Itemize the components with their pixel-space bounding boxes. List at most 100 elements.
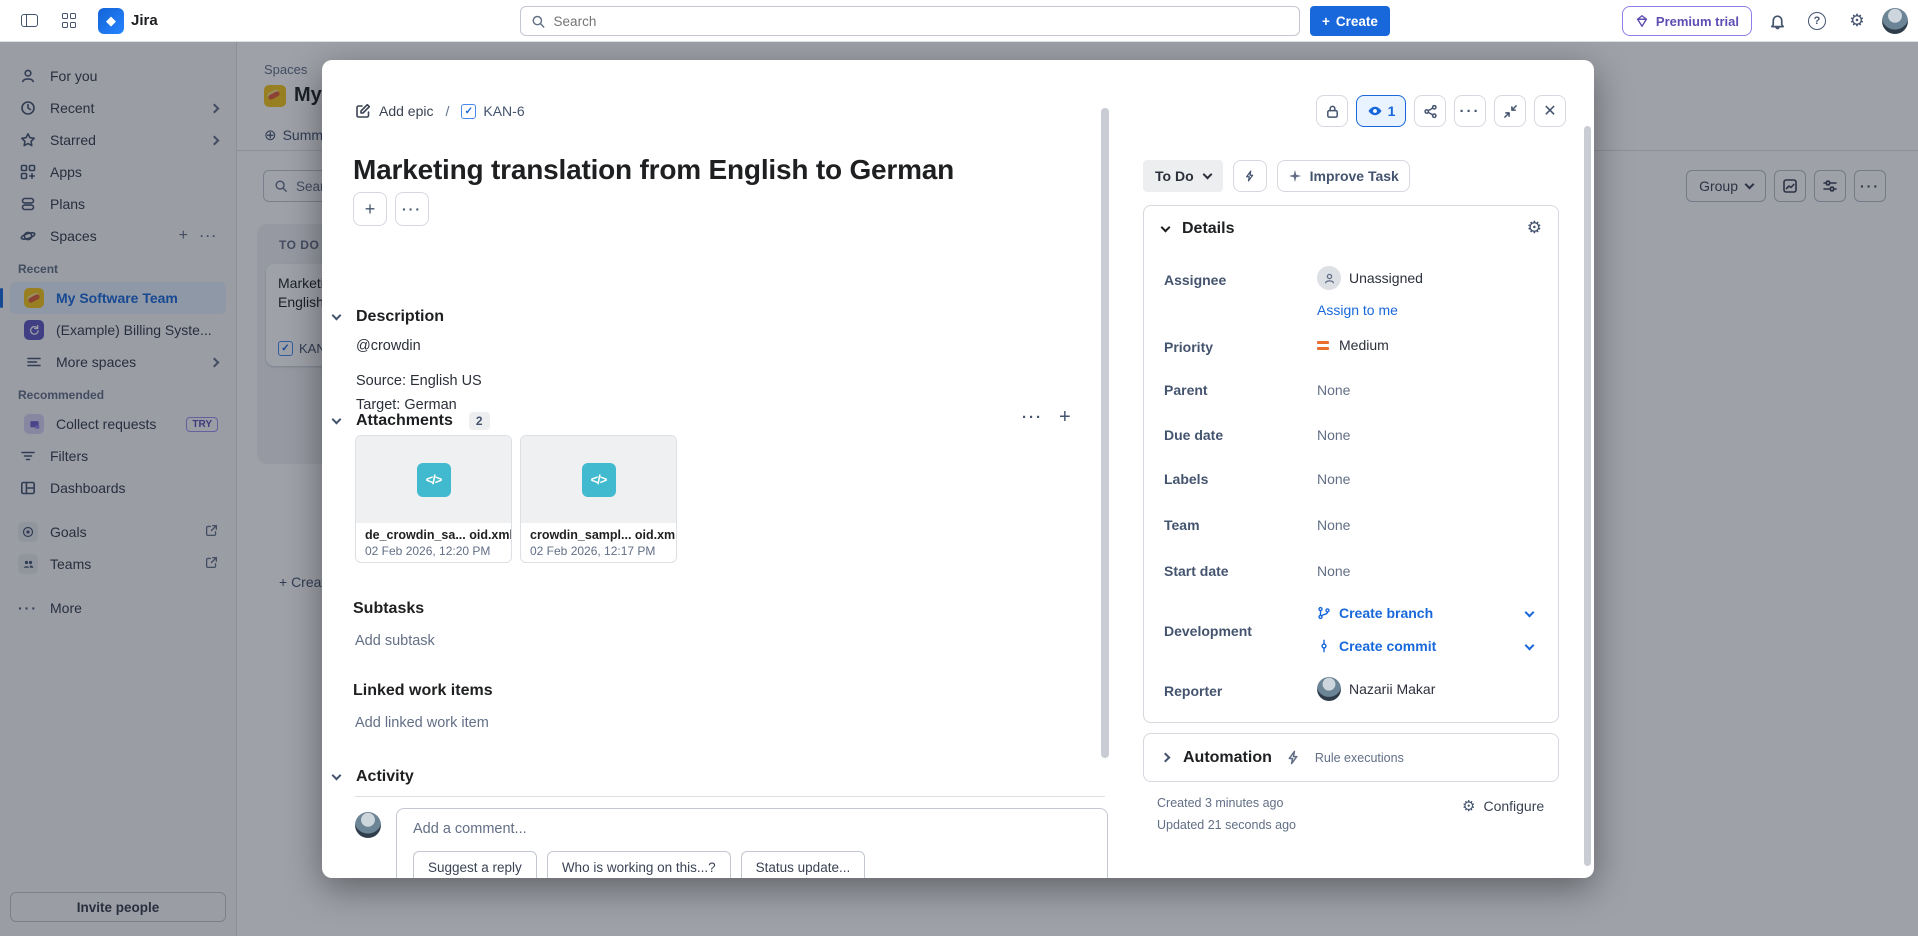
chevron-down-icon — [1202, 170, 1212, 180]
details-panel: Details ⚙ Assignee Unassigned Assign to … — [1143, 205, 1559, 723]
reporter-value[interactable]: Nazarii Makar — [1317, 677, 1435, 701]
issue-key-breadcrumb[interactable]: ✓ KAN-6 — [461, 103, 524, 119]
parent-value[interactable]: None — [1317, 382, 1350, 398]
development-label: Development — [1164, 623, 1252, 639]
top-nav: ◆ Jira + Create Premium trial — [0, 0, 1918, 42]
branch-icon — [1317, 606, 1331, 620]
lightning-icon — [1244, 169, 1256, 183]
subtasks-section-header: Subtasks — [353, 600, 424, 618]
add-subtask-button[interactable]: Add subtask — [355, 633, 435, 649]
priority-medium-icon — [1317, 341, 1329, 350]
breadcrumb-separator: / — [445, 103, 449, 119]
description-section-header[interactable]: Description — [333, 308, 444, 326]
collapse-sidebar-button[interactable] — [14, 6, 44, 36]
create-commit-link[interactable]: Create commit — [1317, 638, 1436, 654]
priority-value[interactable]: Medium — [1317, 337, 1389, 353]
description-mention[interactable]: @crowdin — [356, 338, 421, 354]
configure-button[interactable]: ⚙ Configure — [1462, 797, 1544, 815]
branch-options-chevron[interactable] — [1525, 608, 1535, 618]
share-button[interactable] — [1414, 95, 1446, 127]
attachment-date: 02 Feb 2026, 12:17 PM — [530, 544, 667, 558]
updated-timestamp: Updated 21 seconds ago — [1157, 818, 1296, 832]
description-target[interactable]: Target: German — [356, 397, 457, 413]
priority-label: Priority — [1164, 339, 1213, 355]
modal-scrollbar[interactable] — [1584, 126, 1591, 866]
collapse-modal-button[interactable] — [1494, 95, 1526, 127]
chevron-right-icon — [1161, 753, 1171, 763]
edit-icon — [355, 103, 371, 119]
comment-box[interactable]: Add a comment... Suggest a reply Who is … — [396, 808, 1108, 878]
attachment-filename: de_crowdin_sa... oid.xml — [365, 528, 502, 542]
close-icon: ✕ — [1543, 101, 1556, 121]
content-scrollbar[interactable] — [1101, 108, 1109, 758]
attachments-section-header[interactable]: Attachments 2 — [333, 412, 490, 430]
bell-icon — [1769, 13, 1786, 30]
create-branch-link[interactable]: Create branch — [1317, 605, 1433, 621]
modal-header: Add epic / ✓ KAN-6 1 — [355, 94, 1566, 128]
lightning-icon — [1286, 750, 1301, 765]
help-button[interactable]: ? — [1802, 6, 1832, 36]
description-source[interactable]: Source: English US — [356, 373, 482, 389]
app-name: Jira — [131, 12, 158, 29]
add-content-button[interactable]: + — [353, 192, 387, 226]
due-date-label: Due date — [1164, 427, 1223, 443]
eye-icon — [1367, 103, 1383, 119]
created-timestamp: Created 3 minutes ago — [1157, 796, 1283, 810]
parent-label: Parent — [1164, 382, 1208, 398]
quick-replies: Suggest a reply Who is working on this..… — [413, 851, 1091, 878]
create-button[interactable]: + Create — [1310, 6, 1390, 36]
jira-logo[interactable]: ◆ Jira — [98, 8, 158, 34]
improve-task-button[interactable]: Improve Task — [1277, 160, 1410, 192]
commit-icon — [1317, 639, 1331, 653]
watch-count: 1 — [1388, 103, 1396, 119]
assign-to-me-link[interactable]: Assign to me — [1317, 302, 1398, 318]
automation-lightning-button[interactable] — [1233, 160, 1267, 192]
team-value[interactable]: None — [1317, 517, 1350, 533]
add-epic-button[interactable]: Add epic — [355, 103, 433, 119]
attachments-more-button[interactable]: ··· — [1022, 409, 1043, 426]
due-date-value[interactable]: None — [1317, 427, 1350, 443]
issue-title[interactable]: Marketing translation from English to Ge… — [353, 154, 954, 186]
status-dropdown[interactable]: To Do — [1143, 160, 1223, 192]
commit-options-chevron[interactable] — [1525, 641, 1535, 651]
add-linked-item-button[interactable]: Add linked work item — [355, 715, 489, 731]
reporter-avatar — [1317, 677, 1341, 701]
quick-reply-suggest[interactable]: Suggest a reply — [413, 851, 537, 878]
plus-icon: + — [1322, 14, 1330, 29]
premium-trial-button[interactable]: Premium trial — [1622, 6, 1752, 36]
quick-reply-who-working[interactable]: Who is working on this...? — [547, 851, 731, 878]
add-attachment-button[interactable]: + — [1059, 406, 1071, 429]
attachment-card[interactable]: </> crowdin_sampl... oid.xml 02 Feb 2026… — [520, 435, 677, 563]
attachment-card[interactable]: </> de_crowdin_sa... oid.xml 02 Feb 2026… — [355, 435, 512, 563]
global-search[interactable] — [520, 6, 1300, 36]
chevron-down-icon — [332, 771, 342, 781]
details-settings-icon[interactable]: ⚙ — [1527, 218, 1542, 238]
activity-section-header[interactable]: Activity — [333, 768, 414, 786]
restrict-access-button[interactable] — [1316, 95, 1348, 127]
settings-button[interactable]: ⚙ — [1842, 6, 1872, 36]
close-modal-button[interactable]: ✕ — [1534, 95, 1566, 127]
assignee-value[interactable]: Unassigned — [1317, 266, 1423, 290]
notifications-button[interactable] — [1762, 6, 1792, 36]
linked-items-section-header: Linked work items — [353, 682, 493, 700]
gear-icon: ⚙ — [1462, 797, 1475, 815]
quick-reply-status-update[interactable]: Status update... — [741, 851, 866, 878]
attachments-tools: ··· + — [1022, 406, 1071, 429]
labels-value[interactable]: None — [1317, 471, 1350, 487]
user-avatar[interactable] — [1882, 8, 1908, 34]
modal-more-button[interactable]: ··· — [1454, 95, 1486, 127]
watch-button[interactable]: 1 — [1356, 95, 1406, 127]
details-header[interactable]: Details — [1162, 220, 1234, 238]
app-switcher-button[interactable] — [54, 6, 84, 36]
reporter-label: Reporter — [1164, 683, 1222, 699]
chevron-down-icon — [1161, 223, 1171, 233]
start-date-value[interactable]: None — [1317, 563, 1350, 579]
sidebar-panel-icon — [21, 14, 38, 27]
search-icon — [531, 14, 546, 29]
attachment-date: 02 Feb 2026, 12:20 PM — [365, 544, 502, 558]
global-search-input[interactable] — [554, 14, 1289, 29]
issue-actions-button[interactable]: ··· — [395, 192, 429, 226]
issue-modal: Add epic / ✓ KAN-6 1 — [322, 60, 1594, 878]
chevron-down-icon — [332, 311, 342, 321]
automation-panel[interactable]: Automation Rule executions — [1143, 733, 1559, 782]
